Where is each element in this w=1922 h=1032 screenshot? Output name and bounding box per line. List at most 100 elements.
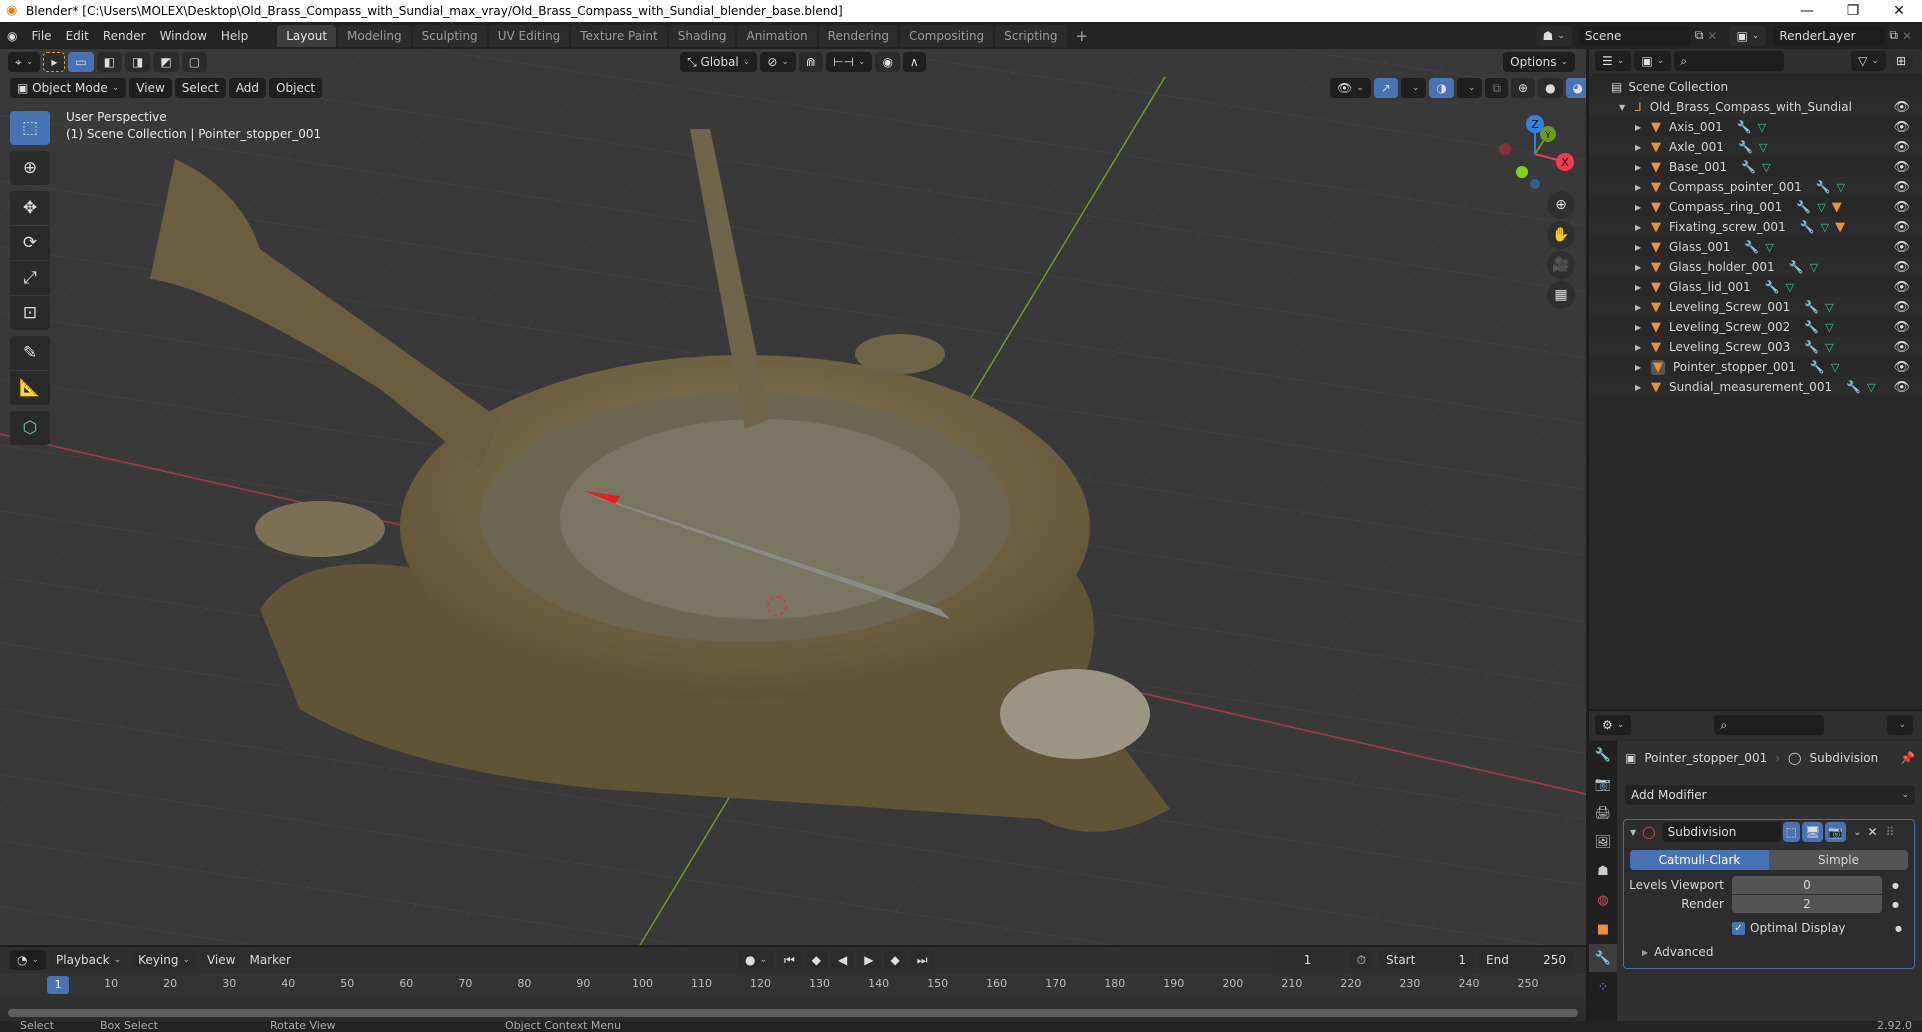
outliner-object-row[interactable]: ▶ ▼ Glass_001 🔧 ▽ 👁 xyxy=(1589,237,1922,257)
mesh-data-icon[interactable]: ▽ xyxy=(1825,321,1833,334)
animate-property-icon[interactable]: ● xyxy=(1892,881,1899,890)
workspace-tab-compositing[interactable]: Compositing xyxy=(899,24,994,47)
material-icon[interactable]: ▼ xyxy=(1835,220,1845,235)
advanced-subpanel[interactable]: ▶ Advanced xyxy=(1624,945,1914,959)
outliner-object-row[interactable]: ▶ ▼ Leveling_Screw_003 🔧 ▽ 👁 xyxy=(1589,337,1922,357)
tab-world-icon[interactable]: ◍ xyxy=(1589,886,1617,914)
outliner-filter-dropdown[interactable]: ▽ ⌄ xyxy=(1851,51,1886,71)
expand-arrow-icon[interactable]: ▶ xyxy=(1635,283,1651,292)
workspace-tab-texture-paint[interactable]: Texture Paint xyxy=(571,24,667,47)
modifier-wrench-icon[interactable]: 🔧 xyxy=(1741,160,1756,174)
mesh-data-icon[interactable]: ▽ xyxy=(1759,141,1767,154)
play-reverse-icon[interactable]: ◀ xyxy=(831,950,855,970)
modifier-wrench-icon[interactable]: 🔧 xyxy=(1804,340,1819,354)
modifier-extra-dropdown[interactable]: ⌄ xyxy=(1853,827,1861,838)
tab-particles-icon[interactable]: ⁘ xyxy=(1589,973,1617,1001)
maximize-button[interactable]: ❐ xyxy=(1830,3,1876,19)
viewport-menu-object[interactable]: Object xyxy=(269,78,323,98)
visibility-eye-icon[interactable]: 👁 xyxy=(1893,140,1910,155)
editor-type-button[interactable]: ⌖ ⌄ xyxy=(8,52,41,72)
current-frame-indicator[interactable]: 1 xyxy=(47,976,69,994)
rotate-tool-icon[interactable]: ⟳ xyxy=(10,226,50,260)
visibility-eye-icon[interactable]: 👁 xyxy=(1893,120,1910,135)
mesh-data-icon[interactable]: ▽ xyxy=(1825,301,1833,314)
mesh-data-icon[interactable]: ▽ xyxy=(1810,261,1818,274)
annotate-tool-icon[interactable]: ✎ xyxy=(10,336,50,370)
animate-property-icon[interactable]: ● xyxy=(1892,900,1899,909)
outliner-object-row[interactable]: ▶ ▼ Compass_pointer_001 🔧 ▽ 👁 xyxy=(1589,177,1922,197)
visibility-eye-icon[interactable]: 👁 xyxy=(1893,260,1910,275)
visibility-eye-icon[interactable]: 👁 xyxy=(1893,100,1910,115)
jump-to-end-icon[interactable]: ⏭ xyxy=(909,950,935,970)
select-mode-extend-icon[interactable]: ◧ xyxy=(96,52,123,72)
jump-to-next-keyframe-icon[interactable]: ◆ xyxy=(883,950,907,970)
workspace-tab-rendering[interactable]: Rendering xyxy=(818,24,898,47)
expand-arrow-icon[interactable]: ▶ xyxy=(1635,263,1651,272)
select-mode-subtract-icon[interactable]: ◨ xyxy=(125,52,151,72)
menu-window[interactable]: Window xyxy=(153,29,214,43)
modifier-wrench-icon[interactable]: 🔧 xyxy=(1744,240,1759,254)
properties-search-input[interactable]: ⌕ xyxy=(1714,715,1825,735)
render-toggle-icon[interactable]: 📷 xyxy=(1825,822,1847,842)
modifier-wrench-icon[interactable]: 🔧 xyxy=(1810,360,1825,374)
drag-handle-icon[interactable]: ⠿ xyxy=(1886,825,1895,839)
jump-to-start-icon[interactable]: ⏮ xyxy=(776,950,802,970)
workspace-tab-uv-editing[interactable]: UV Editing xyxy=(488,24,570,47)
workspace-tab-layout[interactable]: Layout xyxy=(277,24,337,47)
outliner-object-row[interactable]: ▶ ▼ Sundial_measurement_001 🔧 ▽ 👁 xyxy=(1589,377,1922,397)
outliner-search-input[interactable]: ⌕ xyxy=(1674,51,1785,71)
view-layer-selector-button[interactable]: ▣ ⌄ xyxy=(1729,25,1767,46)
transform-tool-icon[interactable]: ⊡ xyxy=(10,296,50,330)
outliner-object-row[interactable]: ▶ ▼ Axle_001 🔧 ▽ 👁 xyxy=(1589,137,1922,157)
workspace-tab-modeling[interactable]: Modeling xyxy=(338,24,411,47)
select-tool-mode-icon[interactable]: ▸ xyxy=(43,52,66,72)
animate-property-icon[interactable]: ● xyxy=(1895,924,1902,933)
mesh-data-icon[interactable]: ▽ xyxy=(1758,121,1766,134)
object-mode-dropdown[interactable]: ▣ Object Mode ⌄ xyxy=(10,78,127,98)
expand-arrow-icon[interactable]: ▶ xyxy=(1635,123,1651,132)
add-modifier-dropdown[interactable]: Add Modifier ⌄ xyxy=(1625,785,1915,805)
pivot-point-dropdown[interactable]: ⊘ ⌄ xyxy=(760,52,796,72)
end-frame-field[interactable]: End 250 xyxy=(1479,950,1573,970)
navigation-gizmo[interactable]: Z Y X xyxy=(1490,109,1580,199)
visibility-eye-icon[interactable]: 👁 xyxy=(1893,380,1910,395)
levels-viewport-field[interactable]: 0 xyxy=(1732,876,1882,894)
modifier-wrench-icon[interactable]: 🔧 xyxy=(1765,280,1780,294)
outliner-display-mode-dropdown[interactable]: ☰ ⌄ xyxy=(1595,51,1632,71)
visibility-eye-icon[interactable]: 👁 xyxy=(1893,320,1910,335)
outliner-filter-layer-dropdown[interactable]: ▣ ⌄ xyxy=(1634,51,1672,71)
camera-view-icon[interactable]: 🎥 xyxy=(1547,251,1575,279)
visibility-eye-icon[interactable]: 👁 xyxy=(1893,340,1910,355)
mesh-data-icon[interactable]: ▽ xyxy=(1762,161,1770,174)
outliner-object-row[interactable]: ▶ ▼ Pointer_stopper_001 🔧 ▽ 👁 xyxy=(1589,357,1922,377)
start-frame-field[interactable]: Start 1 xyxy=(1379,950,1473,970)
workspace-tab-scripting[interactable]: Scripting xyxy=(995,24,1067,47)
modifier-wrench-icon[interactable]: 🔧 xyxy=(1816,180,1831,194)
timeline-menu-marker[interactable]: Marker xyxy=(242,953,297,967)
expand-arrow-icon[interactable]: ▶ xyxy=(1635,363,1651,372)
proportional-falloff-dropdown[interactable]: ∧ xyxy=(902,52,926,72)
tab-modifiers-icon[interactable]: 🔧 xyxy=(1589,944,1617,972)
expand-arrow-icon[interactable]: ▶ xyxy=(1635,383,1651,392)
properties-options-dropdown[interactable]: ⌄ xyxy=(1887,715,1913,735)
select-mode-new-icon[interactable]: ▭ xyxy=(68,52,94,72)
render-levels-field[interactable]: 2 xyxy=(1732,895,1882,913)
new-collection-icon[interactable]: ⊞ xyxy=(1888,51,1913,71)
options-dropdown[interactable]: Options ⌄ xyxy=(1503,52,1575,72)
xray-toggle-icon[interactable]: ⧉ xyxy=(1485,78,1508,98)
outliner-object-row[interactable]: ▶ ▼ Axis_001 🔧 ▽ 👁 xyxy=(1589,117,1922,137)
expand-arrow-icon[interactable]: ▶ xyxy=(1635,323,1651,332)
3d-viewport[interactable]: ⌖ ⌄ ▸ ▭ ◧ ◨ ◩ ▢ ⤡ Global ⌄ ⊘ ⌄ ⋒ ⊢⊣ ⌄ ◉ ∧ Op… xyxy=(0,49,1586,945)
outliner-collection-row[interactable]: ▼ ⅃ Old_Brass_Compass_with_Sundial 👁 xyxy=(1589,97,1922,117)
snap-toggle-icon[interactable]: ⋒ xyxy=(798,52,823,72)
mesh-data-icon[interactable]: ▽ xyxy=(1817,201,1825,214)
play-icon[interactable]: ▶ xyxy=(857,950,881,970)
outliner-scene-collection[interactable]: ▤ Scene Collection xyxy=(1589,77,1922,97)
timeline-menu-view[interactable]: View xyxy=(200,953,242,967)
new-scene-icon[interactable]: ⧉ xyxy=(1695,28,1704,43)
gizmo-neg-y-axis[interactable] xyxy=(1516,166,1528,178)
timeline-scrollbar[interactable] xyxy=(8,1009,1578,1017)
tab-view-layer-icon[interactable]: 🖼 xyxy=(1589,828,1617,856)
mesh-data-icon[interactable]: ▽ xyxy=(1837,181,1845,194)
modifier-wrench-icon[interactable]: 🔧 xyxy=(1738,140,1753,154)
